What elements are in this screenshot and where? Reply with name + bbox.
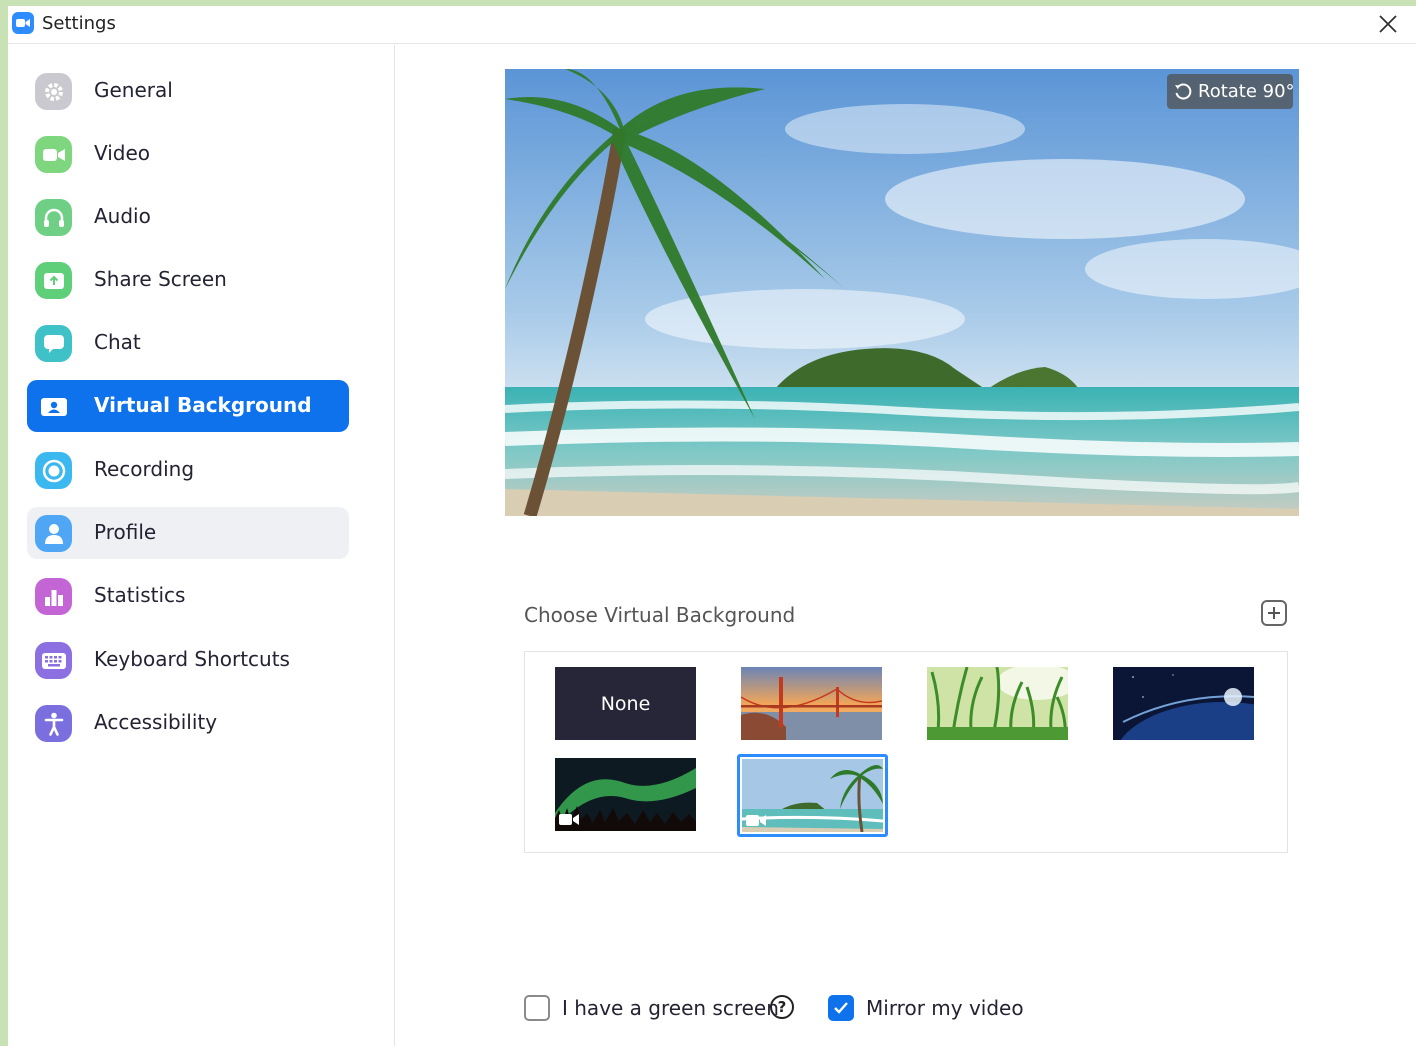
close-button[interactable] bbox=[1374, 10, 1402, 38]
sidebar-item-video[interactable]: Video bbox=[27, 128, 349, 180]
help-icon[interactable]: ? bbox=[770, 995, 794, 1019]
sidebar-item-general[interactable]: General bbox=[27, 65, 349, 117]
background-thumb-golden-gate[interactable] bbox=[741, 667, 882, 740]
green-screen-option: I have a green screen ? bbox=[524, 993, 824, 1023]
grass-image bbox=[927, 667, 1068, 740]
golden-gate-image bbox=[741, 667, 882, 740]
sidebar-item-label: General bbox=[94, 78, 173, 102]
thumb-label: None bbox=[600, 692, 651, 715]
sidebar-item-label: Chat bbox=[94, 330, 141, 354]
person-icon bbox=[35, 515, 72, 552]
green-screen-label: I have a green screen bbox=[562, 996, 779, 1020]
record-icon bbox=[35, 452, 72, 489]
green-screen-checkbox[interactable] bbox=[524, 995, 550, 1021]
video-camera-icon bbox=[746, 815, 766, 826]
add-background-button[interactable] bbox=[1261, 600, 1287, 626]
background-thumb-none[interactable]: None bbox=[555, 667, 696, 740]
sidebar-item-label: Audio bbox=[94, 204, 151, 228]
close-x-icon bbox=[1379, 15, 1397, 33]
sidebar-item-share-screen[interactable]: Share Screen bbox=[27, 254, 349, 306]
video-camera-icon bbox=[559, 814, 579, 825]
sidebar-item-virtual-background[interactable]: Virtual Background bbox=[27, 380, 349, 432]
sidebar-item-recording[interactable]: Recording bbox=[27, 444, 349, 496]
beach-preview-image bbox=[505, 69, 1299, 516]
sidebar-item-label: Profile bbox=[94, 520, 157, 544]
background-thumb-grass[interactable] bbox=[927, 667, 1068, 740]
video-camera-icon bbox=[35, 136, 72, 173]
sidebar-item-label: Accessibility bbox=[94, 710, 218, 734]
share-screen-icon bbox=[35, 262, 72, 299]
background-gallery: None bbox=[524, 651, 1288, 853]
earth-image bbox=[1113, 667, 1254, 740]
video-preview: Rotate 90° bbox=[505, 69, 1299, 516]
settings-window: Settings General Video Audio Share Scree… bbox=[8, 6, 1416, 1046]
sidebar-item-audio[interactable]: Audio bbox=[27, 191, 349, 243]
rotate-icon bbox=[1175, 83, 1192, 100]
sidebar-item-label: Statistics bbox=[94, 583, 186, 607]
background-thumb-beach[interactable] bbox=[742, 759, 883, 832]
sidebar-item-keyboard-shortcuts[interactable]: Keyboard Shortcuts bbox=[27, 634, 349, 686]
gear-icon bbox=[35, 73, 72, 110]
sidebar-item-label: Virtual Background bbox=[94, 393, 312, 417]
portrait-icon bbox=[35, 388, 72, 425]
settings-sidebar: General Video Audio Share Screen Chat Vi… bbox=[8, 45, 395, 1046]
keyboard-icon bbox=[35, 642, 72, 679]
rotate-button[interactable]: Rotate 90° bbox=[1167, 74, 1295, 109]
plus-square-icon bbox=[1268, 607, 1280, 619]
accessibility-icon bbox=[35, 705, 72, 742]
sidebar-item-profile[interactable]: Profile bbox=[27, 507, 349, 559]
sidebar-item-label: Share Screen bbox=[94, 267, 227, 291]
sidebar-item-accessibility[interactable]: Accessibility bbox=[27, 697, 349, 749]
sidebar-item-label: Recording bbox=[94, 457, 195, 481]
headphones-icon bbox=[35, 199, 72, 236]
title-bar: Settings bbox=[8, 6, 1416, 44]
background-thumb-earth[interactable] bbox=[1113, 667, 1254, 740]
sidebar-item-label: Video bbox=[94, 141, 151, 165]
mirror-label: Mirror my video bbox=[866, 996, 1024, 1020]
sidebar-item-statistics[interactable]: Statistics bbox=[27, 570, 349, 622]
bar-chart-icon bbox=[35, 578, 72, 615]
chat-bubble-icon bbox=[35, 325, 72, 362]
window-title: Settings bbox=[42, 13, 116, 34]
sidebar-item-label: Keyboard Shortcuts bbox=[94, 647, 290, 671]
gallery-heading: Choose Virtual Background bbox=[524, 603, 796, 627]
mirror-option: Mirror my video bbox=[828, 993, 1048, 1023]
sidebar-item-chat[interactable]: Chat bbox=[27, 317, 349, 369]
rotate-label: Rotate 90° bbox=[1198, 81, 1295, 102]
background-thumb-aurora[interactable] bbox=[555, 758, 696, 831]
checkmark-icon bbox=[834, 1002, 848, 1014]
zoom-camera-icon bbox=[12, 12, 34, 34]
mirror-checkbox[interactable] bbox=[828, 995, 854, 1021]
